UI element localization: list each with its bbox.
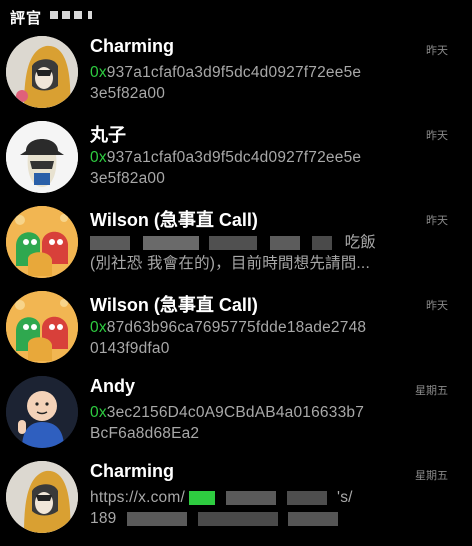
message-preview: 0x937a1cfaf0a3d9f5dc4d0927f72ee5e 3e5f82… <box>90 147 400 189</box>
timestamp: 星期五 <box>415 385 448 397</box>
hex-prefix: 0x <box>90 404 107 421</box>
redacted-title-part <box>88 11 92 19</box>
hooded-figure-avatar-icon <box>6 36 78 108</box>
redacted-text <box>142 235 199 250</box>
preview-line-2: 3e5f82a00 <box>90 85 166 102</box>
message-preview: 0x3ec2156D4c0A9CBdAB4a016633b7 BcF6a8d68… <box>90 402 400 444</box>
message-preview: 吃飯 (別社恐 我會在的)，目前時間想先請問... <box>90 232 400 274</box>
preview-line-2: 189 <box>90 510 117 527</box>
preview-line-1: 937a1cfaf0a3d9f5dc4d0927f72ee5e <box>106 149 362 166</box>
preview-line-1: 937a1cfaf0a3d9f5dc4d0927f72ee5e <box>106 64 362 81</box>
preview-line-1-end: 吃飯 <box>344 234 376 251</box>
timestamp: 星期五 <box>415 470 448 482</box>
timestamp: 昨天 <box>426 45 448 57</box>
hex-prefix: 0x <box>90 319 107 336</box>
page-title: 評官 <box>10 10 43 27</box>
redacted-text <box>288 511 339 526</box>
monster-sticker-avatar-icon <box>6 291 78 363</box>
message-preview: https://x.com/ 's/ 189 <box>90 487 400 529</box>
preview-line-2: (別社恐 我會在的)，目前時間想先請問... <box>90 255 370 272</box>
timestamp: 昨天 <box>426 130 448 142</box>
hex-prefix: 0x <box>90 64 107 81</box>
contact-name: Charming <box>90 36 175 56</box>
preview-line-2: BcF6a8d68Ea2 <box>90 425 200 442</box>
contact-name: Charming <box>90 461 175 481</box>
preview-line-1-end: 's/ <box>337 489 353 506</box>
message-preview: 0x937a1cfaf0a3d9f5dc4d0927f72ee5e 3e5f82… <box>90 62 400 104</box>
preview-line-1: 3ec2156D4c0A9CBdAB4a016633b7 <box>106 404 365 421</box>
preview-line-1: https://x.com/ <box>90 489 185 506</box>
message-preview: 0x87d63b96ca7695775fdde18ade2748 0143f9d… <box>90 317 400 359</box>
redacted-text <box>226 490 276 505</box>
chat-list-item[interactable]: Wilson (急事直 Call) 昨天 0x87d63b96ca7695775… <box>0 291 472 376</box>
hex-prefix: 0x <box>90 149 107 166</box>
redacted-text <box>189 490 216 505</box>
redacted-text <box>286 490 327 505</box>
contact-name: Wilson (急事直 Call) <box>90 295 258 315</box>
redacted-text <box>312 235 333 250</box>
redacted-title-part <box>62 11 70 19</box>
preview-line-2: 0143f9dfa0 <box>90 340 170 357</box>
avatar[interactable] <box>6 206 78 278</box>
contact-name: 丸子 <box>90 125 126 145</box>
redacted-text <box>197 511 278 526</box>
redacted-text <box>90 235 130 250</box>
contact-name: Wilson (急事直 Call) <box>90 210 258 230</box>
chat-list-item[interactable]: 丸子 昨天 0x937a1cfaf0a3d9f5dc4d0927f72ee5e … <box>0 121 472 206</box>
avatar[interactable] <box>6 461 78 533</box>
redacted-title-part <box>50 11 58 19</box>
avatar[interactable] <box>6 376 78 448</box>
avatar[interactable] <box>6 36 78 108</box>
redacted-text <box>209 235 258 250</box>
redacted-title-part <box>74 11 82 19</box>
top-bar: 評官 <box>0 0 472 36</box>
contact-name: Andy <box>90 376 135 396</box>
timestamp: 昨天 <box>426 300 448 312</box>
chat-list-item[interactable]: Andy 星期五 0x3ec2156D4c0A9CBdAB4a016633b7 … <box>0 376 472 461</box>
bucket-hat-character-avatar-icon <box>6 121 78 193</box>
redacted-text <box>269 235 300 250</box>
timestamp: 昨天 <box>426 215 448 227</box>
chat-list-item[interactable]: Charming 昨天 0x937a1cfaf0a3d9f5dc4d0927f7… <box>0 36 472 121</box>
preview-line-1: 87d63b96ca7695775fdde18ade2748 <box>106 319 367 336</box>
chat-list-item[interactable]: Wilson (急事直 Call) 昨天 吃飯 (別社恐 我會在的)，目前時間想… <box>0 206 472 291</box>
avatar[interactable] <box>6 291 78 363</box>
monster-sticker-avatar-icon <box>6 206 78 278</box>
redacted-text <box>126 511 187 526</box>
preview-line-2: 3e5f82a00 <box>90 170 166 187</box>
hooded-figure-avatar-icon <box>6 461 78 533</box>
avatar[interactable] <box>6 121 78 193</box>
cartoon-man-avatar-icon <box>6 376 78 448</box>
chat-list-item[interactable]: Charming 星期五 https://x.com/ 's/ 189 <box>0 461 472 546</box>
